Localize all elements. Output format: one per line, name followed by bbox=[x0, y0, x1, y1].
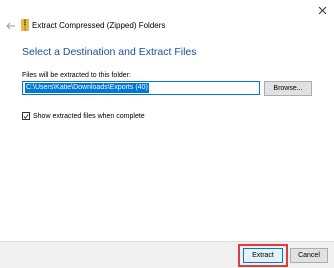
extract-button[interactable]: Extract bbox=[243, 248, 283, 263]
browse-button[interactable]: Browse... bbox=[264, 81, 312, 96]
page-heading: Select a Destination and Extract Files bbox=[22, 46, 197, 58]
show-files-checkbox[interactable] bbox=[22, 112, 30, 120]
back-arrow-icon bbox=[6, 22, 15, 30]
title-bar: Extract Compressed (Zipped) Folders bbox=[0, 19, 334, 33]
back-button[interactable] bbox=[4, 19, 18, 33]
destination-path-text: C:\Users\Katie\Downloads\Exports (40) bbox=[25, 83, 149, 93]
window-title: Extract Compressed (Zipped) Folders bbox=[32, 21, 166, 30]
destination-path-input[interactable]: C:\Users\Katie\Downloads\Exports (40) bbox=[22, 81, 260, 95]
extract-dialog: Extract Compressed (Zipped) Folders Sele… bbox=[0, 0, 334, 268]
zip-folder-icon bbox=[21, 19, 29, 31]
checkmark-icon bbox=[23, 113, 29, 119]
close-button[interactable] bbox=[314, 2, 330, 18]
show-files-option[interactable]: Show extracted files when complete bbox=[22, 111, 145, 121]
show-files-label: Show extracted files when complete bbox=[33, 112, 145, 120]
close-icon bbox=[318, 6, 326, 14]
cancel-button[interactable]: Cancel bbox=[290, 248, 328, 263]
destination-label: Files will be extracted to this folder: bbox=[22, 72, 131, 79]
